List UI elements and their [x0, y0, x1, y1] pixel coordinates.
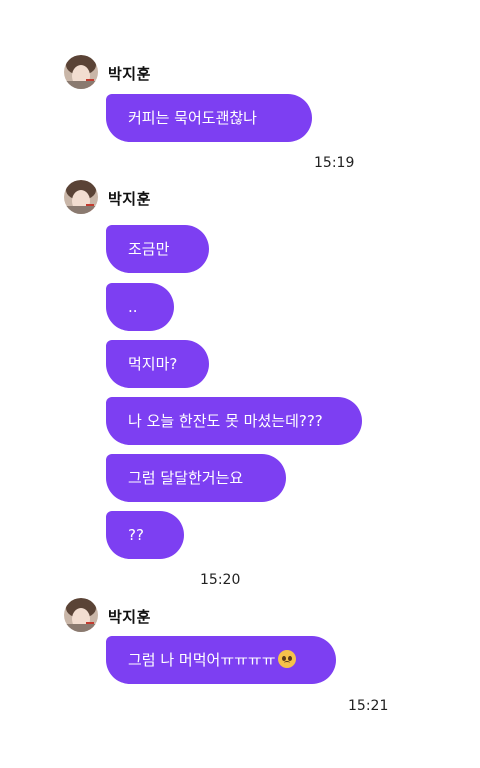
message-bubble[interactable]: 먹지마? — [106, 340, 209, 388]
avatar[interactable] — [64, 598, 98, 632]
message-bubble[interactable]: 그럼 나 머먹어ㅠㅠㅠㅠ — [106, 636, 336, 684]
sender-name: 박지훈 — [108, 190, 151, 208]
avatar[interactable] — [64, 55, 98, 89]
message-bubble[interactable]: 그럼 달달한거는요 — [106, 454, 286, 502]
timestamp: 15:19 — [314, 155, 355, 171]
profile-photo-icon — [64, 598, 98, 632]
message-bubble[interactable]: 나 오늘 한잔도 못 마셨는데??? — [106, 397, 362, 445]
pleading-face-emoji-icon — [277, 650, 296, 668]
timestamp: 15:21 — [348, 698, 389, 714]
avatar[interactable] — [64, 180, 98, 214]
profile-photo-icon — [64, 55, 98, 89]
sender-name: 박지훈 — [108, 608, 151, 626]
profile-photo-icon — [64, 180, 98, 214]
message-bubble[interactable]: .. — [106, 283, 174, 331]
message-bubble[interactable]: 조금만 — [106, 225, 209, 273]
message-bubble[interactable]: 커피는 묵어도괜찮나 — [106, 94, 312, 142]
message-bubble[interactable]: ?? — [106, 511, 184, 559]
sender-name: 박지훈 — [108, 65, 151, 83]
timestamp: 15:20 — [200, 572, 241, 588]
message-text: 그럼 나 머먹어ㅠㅠㅠㅠ — [128, 651, 276, 669]
